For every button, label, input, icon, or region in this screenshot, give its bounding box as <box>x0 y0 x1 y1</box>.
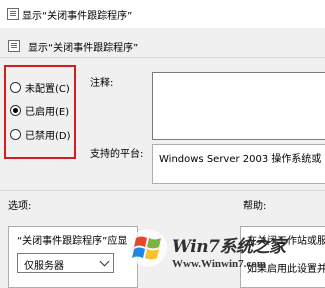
radio-enabled[interactable]: 已启用(E) <box>10 103 69 118</box>
radio-label: 已启用(E) <box>25 107 70 118</box>
comment-textarea[interactable] <box>152 72 325 140</box>
watermark: Win7系统之家 Www.Winwin7.com <box>128 226 325 280</box>
server-type-select[interactable]: 仅服务器 <box>17 253 114 273</box>
watermark-url: Www.Winwin7.com <box>172 258 266 270</box>
comment-label: 注释: <box>90 78 114 89</box>
window-title: 显示“关闭事件跟踪程序” <box>22 11 133 22</box>
windows-logo-icon <box>129 229 167 267</box>
policy-setting-icon <box>8 40 20 52</box>
radio-button[interactable] <box>10 105 21 116</box>
platform-field: Windows Server 2003 操作系统或 <box>152 144 325 184</box>
platform-value: Windows Server 2003 操作系统或 <box>159 154 322 165</box>
setting-title: 显示“关闭事件跟踪程序” <box>28 43 139 54</box>
options-panel: “关闭事件跟踪程序”应显 仅服务器 <box>8 226 138 288</box>
radio-label: 已禁用(D) <box>25 131 71 142</box>
radio-button[interactable] <box>10 129 21 140</box>
watermark-brand: Win7系统之家 <box>172 237 286 257</box>
radio-not-configured[interactable]: 未配置(C) <box>10 80 70 95</box>
radio-button[interactable] <box>10 82 21 93</box>
radio-disabled[interactable]: 已禁用(D) <box>10 127 71 142</box>
policy-icon <box>7 8 19 20</box>
select-value: 仅服务器 <box>24 261 64 272</box>
options-text: “关闭事件跟踪程序”应显 <box>17 236 128 247</box>
platform-label: 支持的平台: <box>90 149 144 160</box>
divider <box>0 57 325 58</box>
chevron-down-icon <box>99 256 110 267</box>
title-bar: 显示“关闭事件跟踪程序” <box>0 0 325 28</box>
radio-label: 未配置(C) <box>25 84 70 95</box>
help-label: 帮助: <box>243 201 267 212</box>
options-label: 选项: <box>8 201 32 212</box>
divider <box>0 190 325 191</box>
